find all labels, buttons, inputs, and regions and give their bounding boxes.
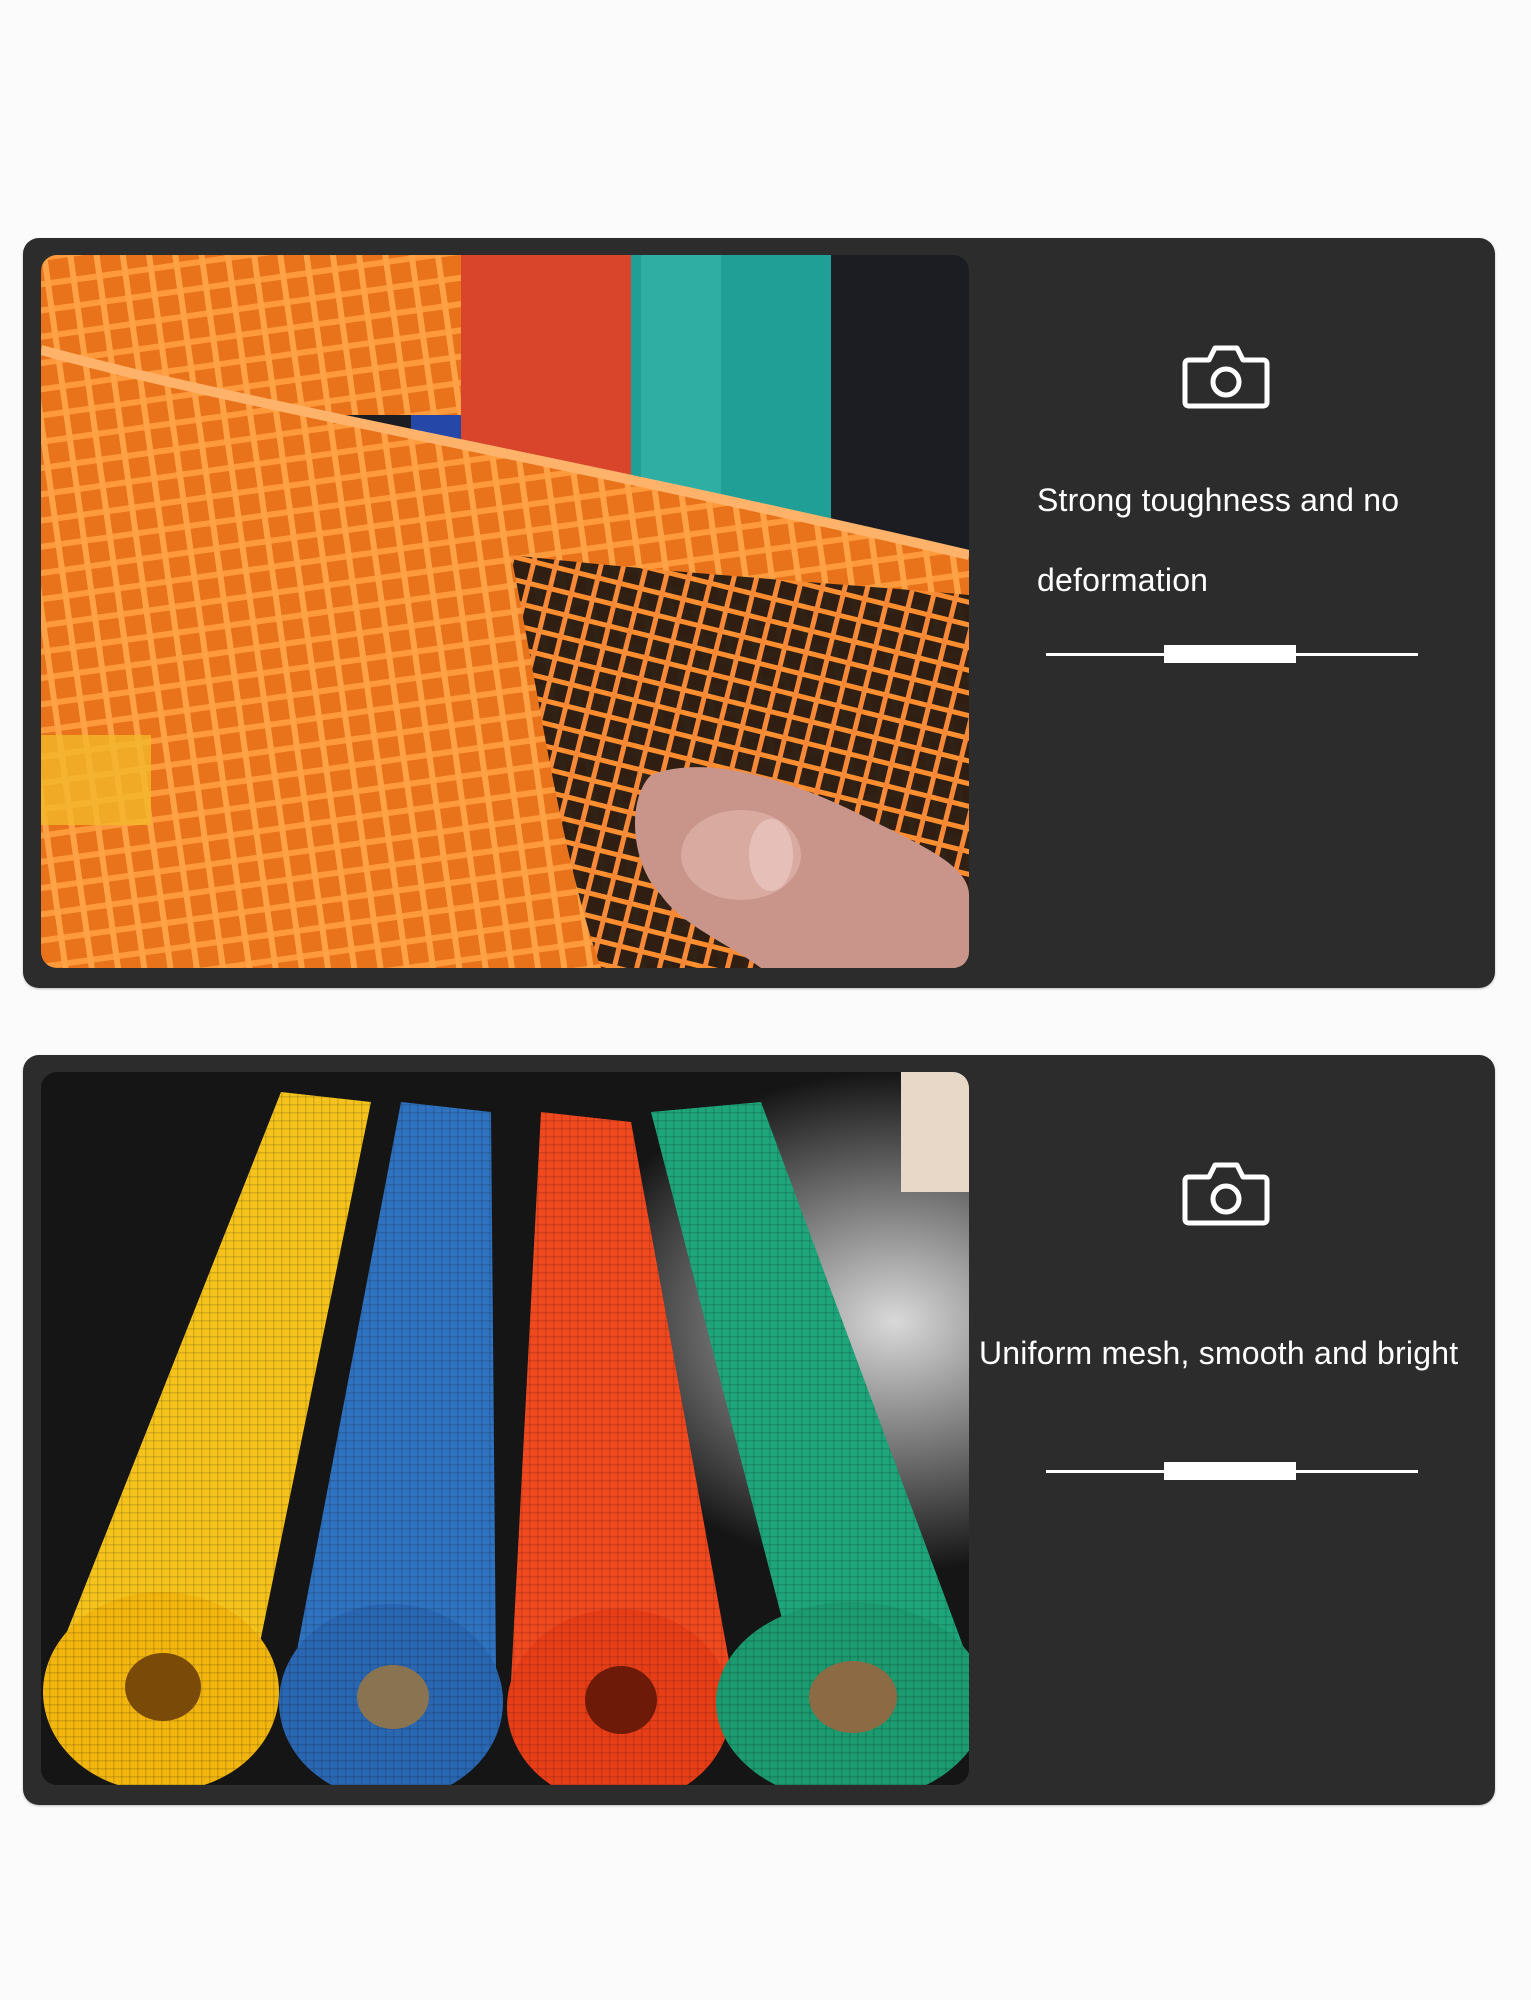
camera-icon [1182,345,1270,409]
feature-caption: Uniform mesh, smooth and bright [979,1335,1459,1371]
mesh-rolls-photo [41,1072,969,1785]
caption-line-2: deformation [1037,562,1209,598]
feature-caption: Strong toughness and no deformation [1037,460,1457,620]
orange-mesh-illustration [41,255,969,968]
feature-caption-area: Uniform mesh, smooth and bright [969,1055,1495,1805]
decorative-divider [1046,1459,1418,1483]
orange-mesh-photo [41,255,969,968]
camera-icon [1182,1162,1270,1226]
mesh-rolls-illustration [41,1072,969,1785]
feature-panel-toughness: Strong toughness and no deformation [23,238,1495,988]
feature-panel-uniform-mesh: Uniform mesh, smooth and bright [23,1055,1495,1805]
caption-line-1: Strong toughness and no [1037,482,1400,518]
decorative-divider [1046,642,1418,666]
feature-caption-area: Strong toughness and no deformation [969,238,1495,988]
